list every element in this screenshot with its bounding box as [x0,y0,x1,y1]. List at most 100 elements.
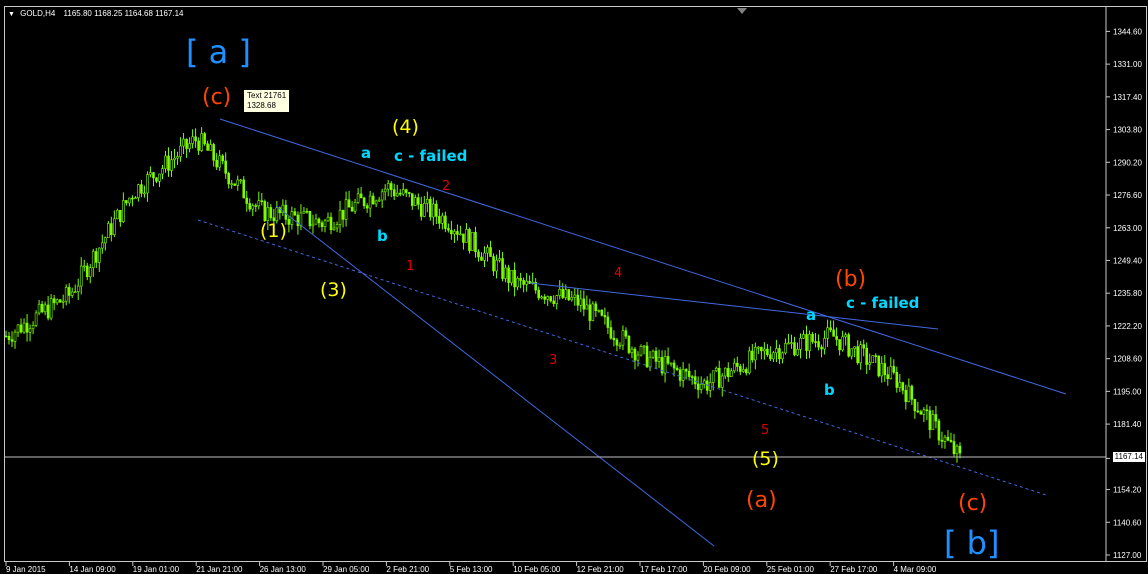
candle-body [916,410,920,413]
candle-body [477,251,480,258]
chart-canvas[interactable]: 1344.60 1331.00 1317.40 1303.80 1290.20 1276.… [0,0,1148,574]
label-red-4[interactable]: 4 [614,266,622,281]
candle-body [221,155,224,162]
candle-body [952,441,956,455]
label-cyan-b-1[interactable]: b [377,227,388,245]
candle-body [838,339,841,351]
candle-body [871,355,875,364]
label-red-5[interactable]: 5 [761,423,769,438]
candle-body [922,409,926,415]
candle-body [880,363,884,377]
candle-body [775,348,778,354]
collapse-triangle-icon[interactable]: ▼ [8,11,15,18]
label-a-paren[interactable]: (a) [746,488,777,513]
candle-body [669,362,673,365]
price-axis[interactable]: 1344.60 1331.00 1317.40 1303.80 1290.20 1276.… [1106,27,1142,560]
candle-body [416,197,420,205]
candle-body [895,372,899,388]
candle-body [125,200,128,204]
candle-body [305,210,309,213]
candle-body [913,399,917,412]
y-tick-label: 1290.20 [1113,158,1142,167]
candle-body [751,350,754,361]
candle-body [248,203,252,210]
label-cyan-b-2[interactable]: b [824,381,835,399]
candle-body [76,285,80,292]
label-c-bottom[interactable]: (c) [958,491,987,516]
candle-body [52,298,56,304]
candle-body [805,334,808,351]
candle-body [654,350,658,362]
candle-body [657,357,661,362]
candle-body [582,298,586,310]
label-wave-1[interactable]: (1) [260,220,287,242]
candle-body [137,184,140,198]
label-wave-3[interactable]: (3) [320,279,347,301]
label-cyan-c-failed-2[interactable]: c - failed [846,294,919,312]
x-tick-label: 26 Jan 13:00 [260,565,307,574]
candle-body [853,346,856,349]
candle-body [16,324,20,333]
candle-body [441,215,444,224]
label-cyan-c-failed-1[interactable]: c - failed [394,147,467,165]
candle-body [627,335,631,353]
label-cyan-a-2[interactable]: a [806,306,816,324]
candle-body [116,209,119,220]
candle-body [350,206,354,212]
candle-body [606,316,610,328]
candle-body [365,205,369,209]
label-red-1[interactable]: 1 [406,259,414,274]
label-a-bracket[interactable]: [ a ] [186,33,251,71]
candle-body [456,231,459,235]
candle-body [624,330,628,337]
candle-body [720,375,724,388]
label-c-top[interactable]: (c) [202,85,231,110]
shift-marker-icon[interactable] [737,8,747,14]
candle-body [865,347,869,365]
y-tick-label: 1154.20 [1113,486,1142,495]
candle-body [645,345,649,368]
candle-body [383,188,387,193]
trendline-lower-dashed[interactable] [197,219,1047,496]
candle-body [188,143,191,149]
label-cyan-a-1[interactable]: a [361,144,371,162]
candle-body [25,322,29,333]
candle-body [407,192,411,194]
candle-body [10,339,14,342]
candle-body [766,348,769,355]
candle-body [104,237,107,244]
candle-body [254,205,258,207]
candle-body [546,296,550,300]
candle-body [404,189,408,193]
trendline-upper-channel[interactable] [219,118,1067,395]
candle-body [143,192,146,195]
candle-body [146,174,149,194]
label-b-bracket[interactable]: [ b] [944,524,999,562]
candle-body [420,204,423,217]
candle-body [459,233,462,236]
label-red-2[interactable]: 2 [442,179,450,194]
candle-body [13,331,17,342]
candle-body [113,218,116,236]
candle-body [919,411,923,415]
label-b-paren[interactable]: (b) [835,267,866,292]
label-wave-5[interactable]: (5) [752,448,779,470]
candle-body [91,251,95,268]
candle-body [450,229,453,235]
candle-body [585,304,589,310]
candle-body [158,173,161,182]
candle-body [579,298,583,306]
time-axis[interactable]: 9 Jan 2015 14 Jan 09:00 19 Jan 01:00 21 Jan… [5,562,937,574]
trendline-steep[interactable] [275,205,715,547]
candle-body [401,189,405,195]
candle-body [85,265,89,278]
candle-body [28,328,32,333]
chart-symbol: GOLD,H4 [20,9,56,18]
y-tick-label: 1181.40 [1113,420,1142,429]
label-red-3[interactable]: 3 [549,353,557,368]
candle-body [573,294,577,298]
label-wave-4[interactable]: (4) [392,116,419,138]
candle-body [672,362,676,369]
y-tick-label: 1222.20 [1113,322,1142,331]
candle-body [729,370,733,377]
